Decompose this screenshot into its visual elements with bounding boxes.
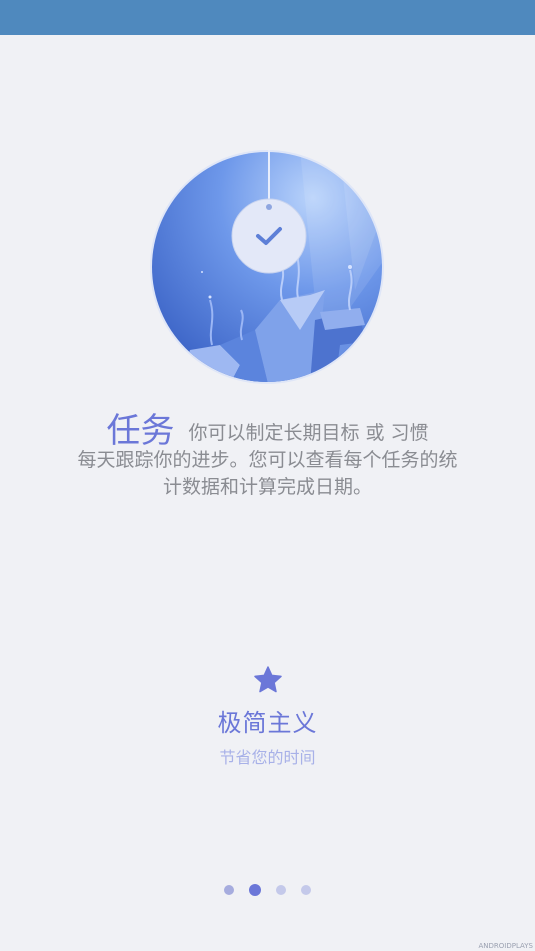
watermark: ANDROIDPLAYS [478, 942, 534, 950]
feature-block: 极简主义 节省您的时间 [0, 665, 535, 768]
intro-line-2: 每天跟踪你的进步。您可以查看每个任务的统 [77, 449, 458, 471]
hero-illustration [150, 150, 384, 384]
page-indicator [0, 884, 535, 896]
page-dot-2-active[interactable] [249, 884, 261, 896]
task-intro: 任务 你可以制定长期目标 或 习惯 每天跟踪你的进步。您可以查看每个任务的统 计数… [0, 414, 535, 501]
feature-subtitle: 节省您的时间 [219, 748, 316, 767]
intro-heading: 任务 [106, 411, 175, 451]
star-icon [253, 666, 282, 693]
feature-title: 极简主义 [217, 709, 318, 737]
intro-line-3: 计数据和计算完成日期。 [162, 476, 372, 498]
page-dot-1[interactable] [224, 885, 234, 895]
intro-line-1: 你可以制定长期目标 或 习惯 [188, 422, 429, 444]
page-dot-3[interactable] [276, 885, 286, 895]
checkmark-icon [256, 227, 282, 245]
page-dot-4[interactable] [301, 885, 311, 895]
status-bar [0, 0, 535, 35]
